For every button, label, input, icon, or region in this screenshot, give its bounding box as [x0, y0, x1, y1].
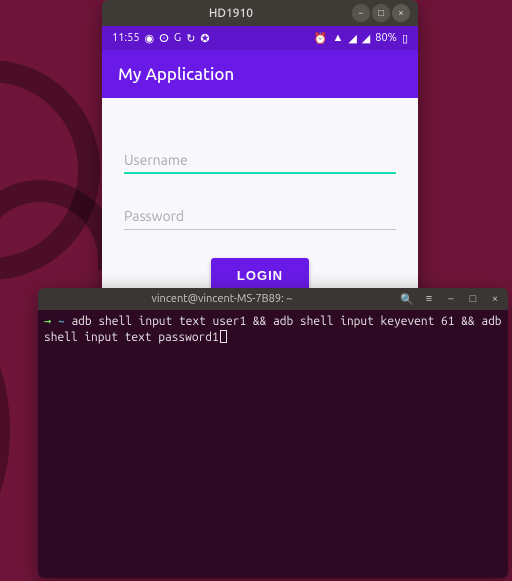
- minimize-button[interactable]: −: [352, 4, 370, 22]
- terminal-command: adb shell input text user1 && adb shell …: [44, 315, 508, 344]
- android-status-bar: 11:55 ◉ ⵙ G ↻ ✪ ⏰ ▲ ◢ ◢ 80% ▯: [102, 26, 418, 50]
- field-underline: [124, 229, 396, 230]
- password-field[interactable]: Password: [124, 202, 396, 230]
- terminal-cursor: [220, 330, 227, 343]
- terminal-titlebar[interactable]: vincent@vincent-MS-7B89: ~ 🔍 ≡ − □ ×: [38, 288, 508, 310]
- field-underline: [124, 172, 396, 174]
- username-input[interactable]: [124, 146, 396, 174]
- terminal-title: vincent@vincent-MS-7B89: ~: [44, 293, 400, 305]
- emulator-screen: 11:55 ◉ ⵙ G ↻ ✪ ⏰ ▲ ◢ ◢ 80% ▯ My Applica…: [102, 26, 418, 319]
- login-form: Username Password LOGIN: [102, 98, 418, 319]
- emulator-window: HD1910 − □ × 11:55 ◉ ⵙ G ↻ ✪ ⏰ ▲ ◢ ◢ 80%…: [102, 0, 418, 319]
- app-title: My Application: [118, 65, 234, 84]
- messenger-icon: ◉: [145, 32, 155, 45]
- alarm-icon: ⏰: [314, 32, 328, 45]
- prompt-cwd: ~: [58, 315, 65, 328]
- menu-icon[interactable]: ≡: [422, 292, 436, 306]
- emulator-titlebar[interactable]: HD1910 − □ ×: [102, 0, 418, 26]
- opera-icon: ⵙ: [159, 32, 169, 45]
- maximize-button[interactable]: □: [372, 4, 390, 22]
- minimize-button[interactable]: −: [444, 292, 458, 306]
- prompt-arrow-icon: →: [44, 315, 51, 328]
- signal-icon: ◢: [348, 32, 356, 45]
- alt-icon: ✪: [200, 32, 209, 45]
- close-button[interactable]: ×: [488, 292, 502, 306]
- status-time: 11:55: [112, 32, 140, 44]
- app-bar: My Application: [102, 50, 418, 98]
- terminal-body[interactable]: → ~ adb shell input text user1 && adb sh…: [38, 310, 508, 578]
- maximize-button[interactable]: □: [466, 292, 480, 306]
- search-icon[interactable]: 🔍: [400, 292, 414, 306]
- window-controls: − □ ×: [352, 4, 410, 22]
- close-button[interactable]: ×: [392, 4, 410, 22]
- wallpaper-shape: [0, 330, 10, 530]
- g-icon: G: [174, 32, 181, 44]
- terminal-window: vincent@vincent-MS-7B89: ~ 🔍 ≡ − □ × → ~…: [38, 288, 508, 578]
- password-input[interactable]: [124, 202, 396, 230]
- username-field[interactable]: Username: [124, 146, 396, 174]
- battery-percent: 80%: [375, 32, 397, 44]
- sync-icon: ↻: [186, 32, 195, 45]
- emulator-title: HD1910: [110, 7, 352, 20]
- signal-icon-2: ◢: [362, 32, 370, 45]
- battery-icon: ▯: [402, 32, 408, 45]
- wifi-icon: ▲: [332, 32, 343, 44]
